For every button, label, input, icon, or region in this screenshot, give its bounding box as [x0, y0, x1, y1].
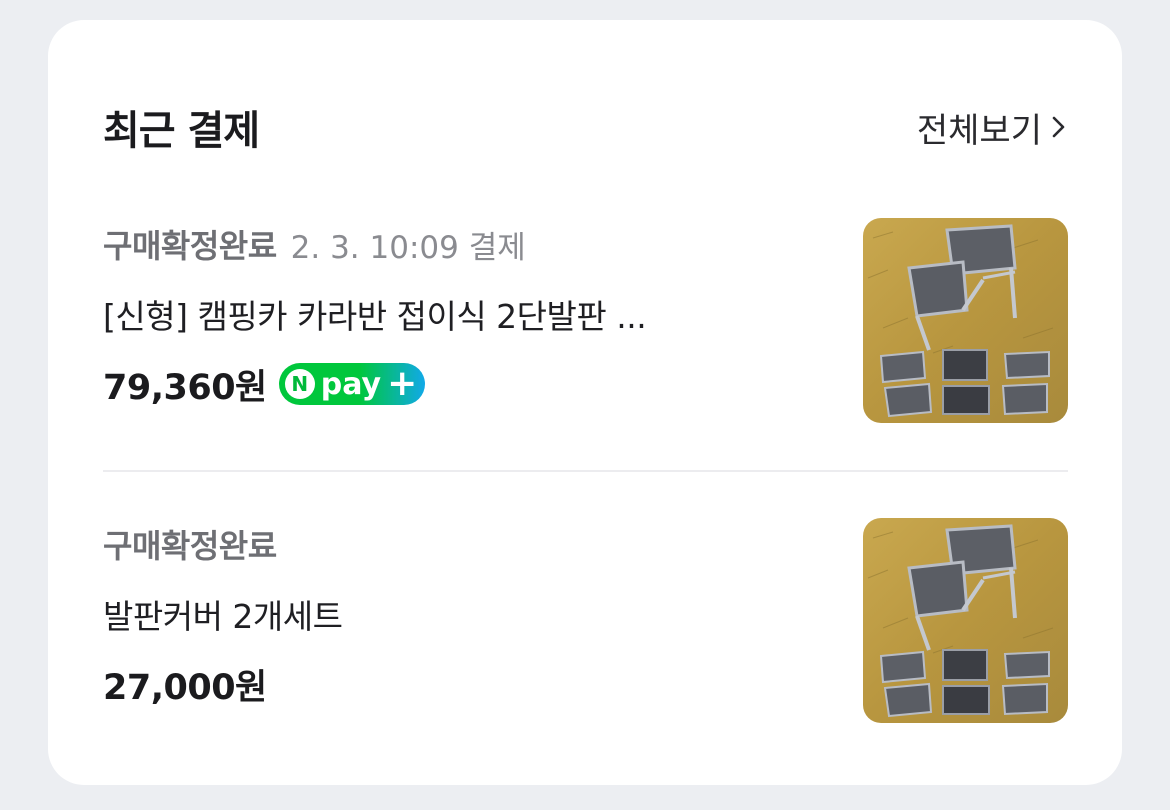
price-line: 79,360원 N pay +	[103, 360, 803, 408]
payment-info: 구매확정완료 발판커버 2개세트 27,000원	[103, 518, 803, 708]
recent-payments-card: 최근 결제 전체보기 구매확정완료 2. 3. 10:09 결제 [신형] 캠핑…	[48, 20, 1122, 785]
chevron-right-icon	[1052, 116, 1065, 138]
order-status: 구매확정완료	[103, 227, 277, 265]
status-line: 구매확정완료	[103, 518, 803, 570]
card-header: 최근 결제 전체보기	[103, 98, 1068, 156]
product-thumbnail[interactable]	[863, 518, 1068, 723]
payment-info: 구매확정완료 2. 3. 10:09 결제 [신형] 캠핑카 카라반 접이식 2…	[103, 218, 803, 408]
divider	[103, 470, 1068, 472]
product-price: 79,360원	[103, 367, 267, 408]
view-all-label: 전체보기	[916, 110, 1042, 151]
order-status: 구매확정완료	[103, 527, 277, 565]
price-line: 27,000원	[103, 660, 803, 708]
product-name: [신형] 캠핑카 카라반 접이식 2단발판 ...	[103, 297, 647, 336]
view-all-button[interactable]: 전체보기	[917, 103, 1068, 152]
section-title: 최근 결제	[103, 108, 260, 154]
product-thumbnail[interactable]	[863, 218, 1068, 423]
status-line: 구매확정완료 2. 3. 10:09 결제	[103, 218, 803, 270]
product-price: 27,000원	[103, 667, 267, 708]
step-stool-photo	[863, 518, 1068, 723]
step-stool-photo	[863, 218, 1068, 423]
payment-date: 2. 3. 10:09 결제	[290, 229, 526, 266]
payment-item[interactable]: 구매확정완료 발판커버 2개세트 27,000원	[103, 518, 1068, 723]
product-name: 발판커버 2개세트	[103, 597, 343, 636]
payment-item[interactable]: 구매확정완료 2. 3. 10:09 결제 [신형] 캠핑카 카라반 접이식 2…	[103, 218, 1068, 423]
npay-logo: N pay +	[278, 363, 426, 405]
npay-badge-label: pay	[320, 366, 382, 402]
